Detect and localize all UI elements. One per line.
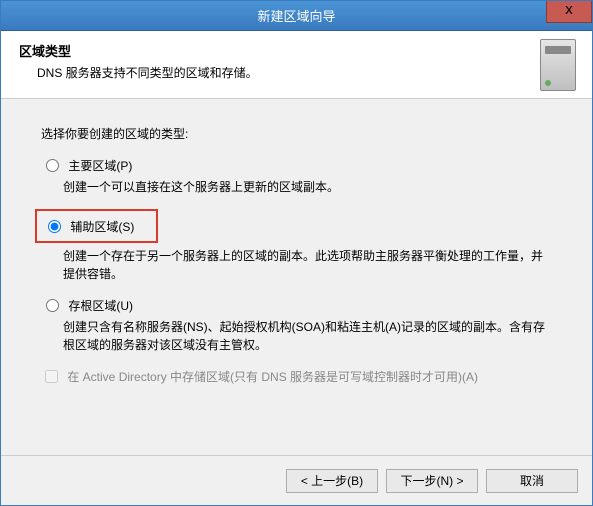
option-label: 存根区域(U)	[68, 299, 133, 313]
radio-primary-zone[interactable]	[46, 159, 59, 172]
back-button[interactable]: < 上一步(B)	[286, 469, 378, 493]
option-primary-desc: 创建一个可以直接在这个服务器上更新的区域副本。	[63, 178, 552, 197]
close-button[interactable]: x	[546, 1, 592, 23]
wizard-content: 选择你要创建的区域的类型: 主要区域(P) 创建一个可以直接在这个服务器上更新的…	[1, 99, 592, 455]
option-secondary-desc: 创建一个存在于另一个服务器上的区域的副本。此选项帮助主服务器平衡处理的工作量，并…	[63, 247, 552, 284]
ad-store-row: 在 Active Directory 中存储区域(只有 DNS 服务器是可写域控…	[41, 367, 552, 386]
cancel-button[interactable]: 取消	[486, 469, 578, 493]
wizard-window: 新建区域向导 x 区域类型 DNS 服务器支持不同类型的区域和存储。 选择你要创…	[0, 0, 593, 506]
option-stub-desc: 创建只含有名称服务器(NS)、起始授权机构(SOA)和粘连主机(A)记录的区域的…	[63, 318, 552, 355]
window-title: 新建区域向导	[1, 6, 592, 25]
ad-store-checkbox	[45, 370, 58, 383]
prompt-text: 选择你要创建的区域的类型:	[41, 125, 552, 142]
wizard-header: 区域类型 DNS 服务器支持不同类型的区域和存储。	[1, 31, 592, 99]
radio-secondary-zone[interactable]	[48, 220, 61, 233]
wizard-footer: < 上一步(B) 下一步(N) > 取消	[1, 455, 592, 505]
titlebar: 新建区域向导 x	[1, 1, 592, 31]
radio-stub-zone[interactable]	[46, 299, 59, 312]
header-title: 区域类型	[19, 41, 574, 60]
option-secondary-zone[interactable]: 辅助区域(S)	[41, 209, 552, 243]
option-primary-zone[interactable]: 主要区域(P)	[41, 156, 552, 174]
header-subtitle: DNS 服务器支持不同类型的区域和存储。	[37, 64, 574, 81]
option-stub-zone[interactable]: 存根区域(U)	[41, 296, 552, 314]
highlight-box: 辅助区域(S)	[35, 209, 158, 243]
next-button[interactable]: 下一步(N) >	[386, 469, 478, 493]
option-label: 主要区域(P)	[68, 159, 132, 173]
ad-store-label: 在 Active Directory 中存储区域(只有 DNS 服务器是可写域控…	[67, 370, 478, 384]
server-icon	[540, 39, 576, 91]
option-label: 辅助区域(S)	[70, 220, 134, 234]
